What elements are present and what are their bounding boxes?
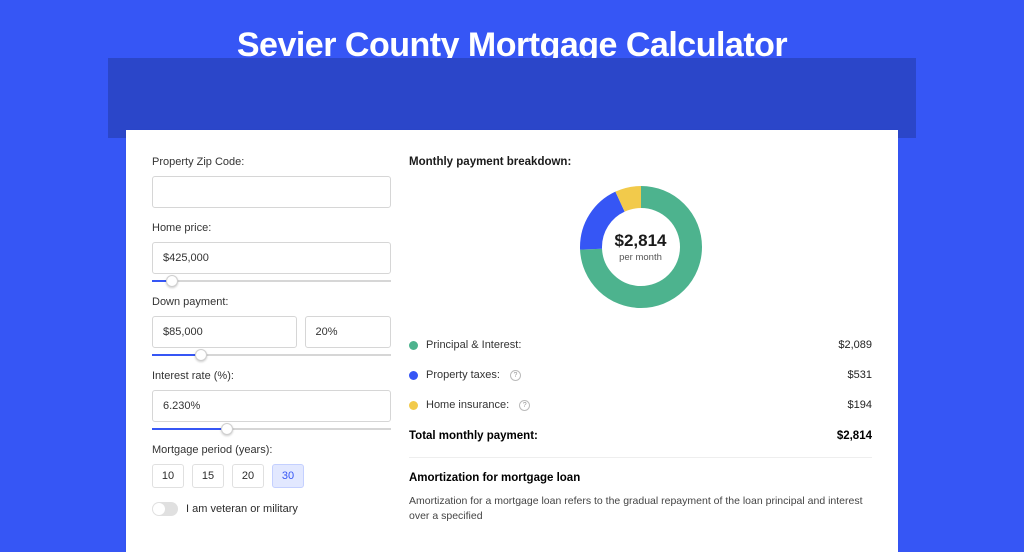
veteran-toggle[interactable]: [152, 502, 178, 516]
price-slider[interactable]: [152, 280, 391, 282]
rate-slider-thumb[interactable]: [221, 423, 233, 435]
form-panel: Property Zip Code: Home price: Down paym…: [126, 130, 391, 552]
amortization-title: Amortization for mortgage loan: [409, 472, 872, 484]
dot-icon: [409, 401, 418, 410]
toggle-knob-icon: [153, 503, 165, 515]
amortization-text: Amortization for a mortgage loan refers …: [409, 494, 872, 523]
period-field-group: Mortgage period (years): 10 15 20 30: [152, 444, 391, 488]
period-option-10[interactable]: 10: [152, 464, 184, 488]
rate-label: Interest rate (%):: [152, 370, 391, 382]
total-label: Total monthly payment:: [409, 430, 538, 442]
header-backdrop: [108, 58, 916, 138]
legend-label: Principal & Interest:: [426, 339, 521, 351]
legend-label: Home insurance:: [426, 399, 509, 411]
total-row: Total monthly payment: $2,814: [409, 420, 872, 457]
legend-principal: Principal & Interest: $2,089: [409, 330, 872, 360]
donut-sub: per month: [619, 252, 662, 263]
calculator-card: Property Zip Code: Home price: Down paym…: [126, 130, 898, 552]
downpayment-slider-thumb[interactable]: [195, 349, 207, 361]
legend-value: $531: [848, 369, 872, 381]
breakdown-title: Monthly payment breakdown:: [409, 156, 872, 168]
breakdown-panel: Monthly payment breakdown: $2,814 per mo…: [391, 130, 898, 552]
rate-input[interactable]: [152, 390, 391, 422]
price-slider-thumb[interactable]: [166, 275, 178, 287]
veteran-label: I am veteran or military: [186, 503, 298, 515]
dot-icon: [409, 371, 418, 380]
donut-chart-wrap: $2,814 per month: [409, 182, 872, 312]
zip-label: Property Zip Code:: [152, 156, 391, 168]
legend-taxes: Property taxes: ? $531: [409, 360, 872, 390]
amortization-section: Amortization for mortgage loan Amortizat…: [409, 457, 872, 523]
price-label: Home price:: [152, 222, 391, 234]
legend-value: $194: [848, 399, 872, 411]
downpayment-slider[interactable]: [152, 354, 391, 356]
period-options: 10 15 20 30: [152, 464, 391, 488]
total-value: $2,814: [837, 430, 872, 442]
veteran-row: I am veteran or military: [152, 502, 391, 516]
donut-amount: $2,814: [615, 231, 667, 251]
downpayment-label: Down payment:: [152, 296, 391, 308]
legend-insurance: Home insurance: ? $194: [409, 390, 872, 420]
price-input[interactable]: [152, 242, 391, 274]
zip-input[interactable]: [152, 176, 391, 208]
legend-label: Property taxes:: [426, 369, 500, 381]
downpayment-percent-input[interactable]: [305, 316, 391, 348]
period-label: Mortgage period (years):: [152, 444, 391, 456]
dot-icon: [409, 341, 418, 350]
downpayment-amount-input[interactable]: [152, 316, 297, 348]
price-field-group: Home price:: [152, 222, 391, 282]
help-icon[interactable]: ?: [510, 370, 521, 381]
legend-value: $2,089: [838, 339, 872, 351]
period-option-30[interactable]: 30: [272, 464, 304, 488]
donut-chart: $2,814 per month: [576, 182, 706, 312]
period-option-15[interactable]: 15: [192, 464, 224, 488]
rate-field-group: Interest rate (%):: [152, 370, 391, 430]
downpayment-field-group: Down payment:: [152, 296, 391, 356]
period-option-20[interactable]: 20: [232, 464, 264, 488]
help-icon[interactable]: ?: [519, 400, 530, 411]
rate-slider[interactable]: [152, 428, 391, 430]
zip-field-group: Property Zip Code:: [152, 156, 391, 208]
